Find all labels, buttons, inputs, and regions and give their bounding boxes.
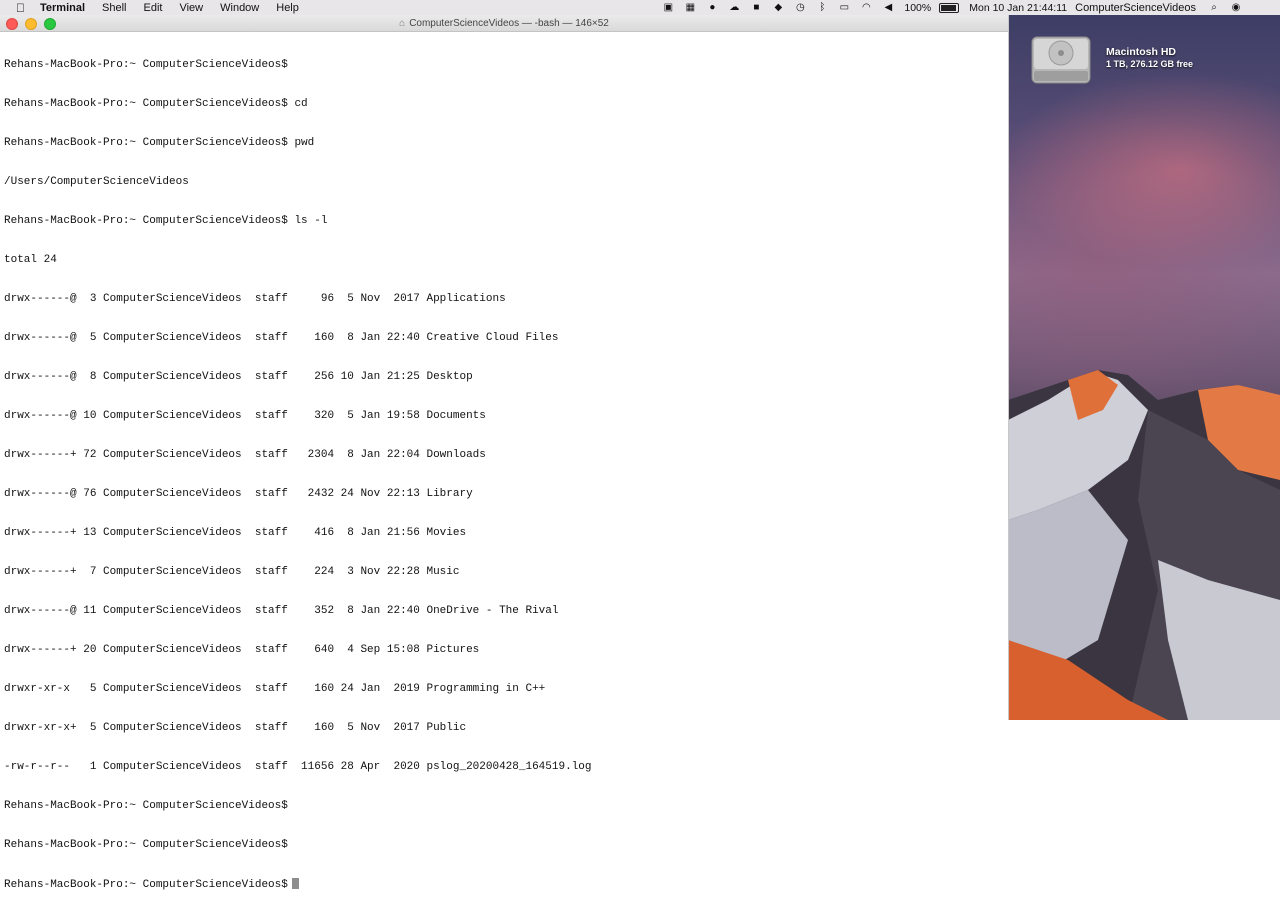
terminal-line: drwxr-xr-x+ 5 ComputerScienceVideos staf… <box>4 722 467 734</box>
terminal-line: Rehans-MacBook-Pro:~ ComputerScienceVide… <box>4 137 315 149</box>
battery-percent[interactable]: 100% <box>904 2 931 14</box>
menu-terminal[interactable]: Terminal <box>40 2 85 14</box>
text-cursor <box>291 878 299 889</box>
hard-drive-icon[interactable] <box>1030 27 1092 85</box>
terminal-line: drwx------@ 5 ComputerScienceVideos staf… <box>4 332 559 344</box>
time-machine-icon[interactable]: ◷ <box>794 2 806 13</box>
terminal-line: drwx------+ 13 ComputerScienceVideos sta… <box>4 527 467 539</box>
menu-window[interactable]: Window <box>220 2 259 14</box>
terminal-prompt-line[interactable]: Rehans-MacBook-Pro:~ ComputerScienceVide… <box>4 878 1008 891</box>
menu-edit[interactable]: Edit <box>144 2 163 14</box>
terminal-line: drwx------+ 72 ComputerScienceVideos sta… <box>4 449 486 461</box>
terminal-line: drwx------+ 7 ComputerScienceVideos staf… <box>4 566 460 578</box>
bag-icon[interactable]: ■ <box>750 2 762 13</box>
terminal-line: Rehans-MacBook-Pro:~ ComputerScienceVide… <box>4 215 328 227</box>
disk-name: Macintosh HD <box>1106 46 1177 58</box>
menu-bar:  Terminal Shell Edit View Window Help ▣… <box>0 0 1280 15</box>
user-name[interactable]: ComputerScienceVideos <box>1075 2 1196 14</box>
terminal-line: drwx------@ 76 ComputerScienceVideos sta… <box>4 488 473 500</box>
terminal-line: Rehans-MacBook-Pro:~ ComputerScienceVide… <box>4 839 288 851</box>
terminal-line: drwx------+ 20 ComputerScienceVideos sta… <box>4 644 480 656</box>
siri-icon[interactable]: ◉ <box>1230 2 1242 13</box>
screen-record-icon[interactable]: ▣ <box>662 2 674 13</box>
terminal-line: drwxr-xr-x 5 ComputerScienceVideos staff… <box>4 683 546 695</box>
status-area: ▣ ▦ ● ☁ ■ ◆ ◷ ᛒ ▭ ◠ ◀ 100% Mon 10 Jan 21… <box>662 0 1280 15</box>
menu-help[interactable]: Help <box>276 2 299 14</box>
terminal-line: drwx------@ 8 ComputerScienceVideos staf… <box>4 371 473 383</box>
clock[interactable]: Mon 10 Jan 21:44:11 <box>969 2 1067 14</box>
disk-info: 1 TB, 276.12 GB free <box>1106 59 1194 69</box>
menu-shell[interactable]: Shell <box>102 2 126 14</box>
window-controls <box>6 18 63 30</box>
home-folder-icon: ⌂ <box>399 17 406 29</box>
terminal-window: ⌂ ComputerScienceVideos — -bash — 146×52… <box>0 15 1009 891</box>
bluetooth-icon[interactable]: ᛒ <box>816 2 828 13</box>
volume-icon[interactable]: ◀ <box>882 2 894 13</box>
maximize-button[interactable] <box>44 18 56 30</box>
terminal-line: total 24 <box>4 254 57 266</box>
minimize-button[interactable] <box>25 18 37 30</box>
shield-icon[interactable]: ◆ <box>772 2 784 13</box>
terminal-line: drwx------@ 10 ComputerScienceVideos sta… <box>4 410 486 422</box>
terminal-output[interactable]: Rehans-MacBook-Pro:~ ComputerScienceVide… <box>0 33 1008 917</box>
battery-icon[interactable] <box>939 2 960 13</box>
terminal-line: drwx------@ 3 ComputerScienceVideos staf… <box>4 293 506 305</box>
terminal-line: Rehans-MacBook-Pro:~ ComputerScienceVide… <box>4 98 308 110</box>
terminal-line: -rw-r--r-- 1 ComputerScienceVideos staff… <box>4 761 592 773</box>
wifi-icon[interactable]: ◠ <box>860 2 872 13</box>
apple-icon[interactable]:  <box>16 1 30 15</box>
grid-icon[interactable]: ▦ <box>684 2 696 13</box>
menu-view[interactable]: View <box>179 2 203 14</box>
terminal-line: drwx------@ 11 ComputerScienceVideos sta… <box>4 605 559 617</box>
cloud-icon[interactable]: ☁ <box>728 2 740 13</box>
terminal-line: Rehans-MacBook-Pro:~ ComputerScienceVide… <box>4 59 288 71</box>
search-icon[interactable]: ⌕ <box>1208 2 1220 13</box>
title-bar[interactable]: ⌂ ComputerScienceVideos — -bash — 146×52 <box>0 15 1008 32</box>
close-button[interactable] <box>6 18 18 30</box>
window-title: ComputerScienceVideos — -bash — 146×52 <box>409 17 609 29</box>
terminal-prompt: Rehans-MacBook-Pro:~ ComputerScienceVide… <box>4 879 288 891</box>
disk-label[interactable]: Macintosh HD 1 TB, 276.12 GB free <box>1106 46 1193 69</box>
terminal-line: Rehans-MacBook-Pro:~ ComputerScienceVide… <box>4 800 288 812</box>
elephant-icon[interactable]: ● <box>706 2 718 13</box>
terminal-line: /Users/ComputerScienceVideos <box>4 176 189 188</box>
mountain-wallpaper <box>1008 370 1280 720</box>
airplay-icon[interactable]: ▭ <box>838 2 850 13</box>
